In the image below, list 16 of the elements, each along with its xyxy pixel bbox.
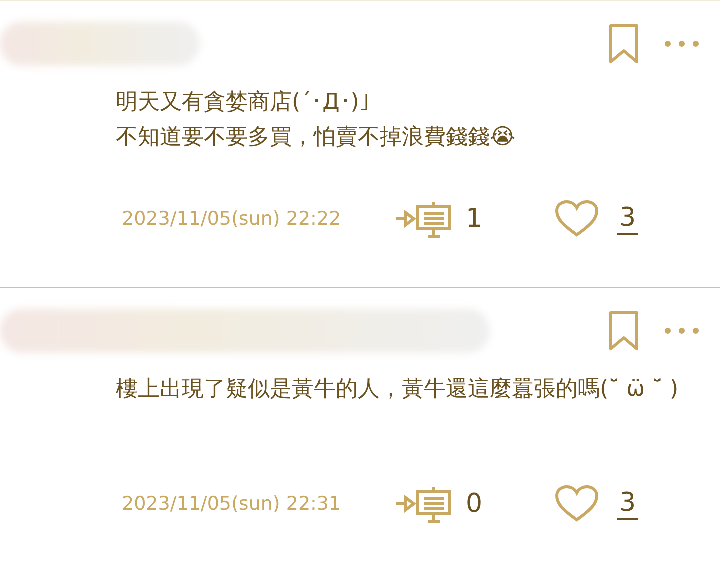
reply-count: 1: [466, 204, 483, 234]
comment-date: 2023/11/05(sun) 22:22: [122, 208, 342, 230]
heart-icon[interactable]: [555, 200, 600, 238]
comment-date: 2023/11/05(sun) 22:31: [122, 493, 342, 515]
reply-count: 0: [466, 489, 483, 519]
reply-icon[interactable]: [394, 484, 454, 524]
bookmark-icon[interactable]: [608, 311, 640, 351]
more-icon[interactable]: [664, 40, 700, 48]
more-icon[interactable]: [664, 327, 700, 335]
like-count[interactable]: 3: [617, 203, 638, 235]
heart-icon[interactable]: [555, 485, 600, 523]
bookmark-icon[interactable]: [608, 24, 640, 64]
like-count[interactable]: 3: [617, 488, 638, 520]
comment-text: 明天又有貪婪商店(´･Д･)」 不知道要不要多買，怕賣不掉浪費錢錢😭: [115, 89, 517, 152]
reply-icon[interactable]: [394, 199, 454, 239]
comment-text: 樓上出現了疑似是黃牛的人，黃牛還這麼囂張的嗎(˘̈ ω̈ ˘̈ ): [115, 376, 680, 404]
